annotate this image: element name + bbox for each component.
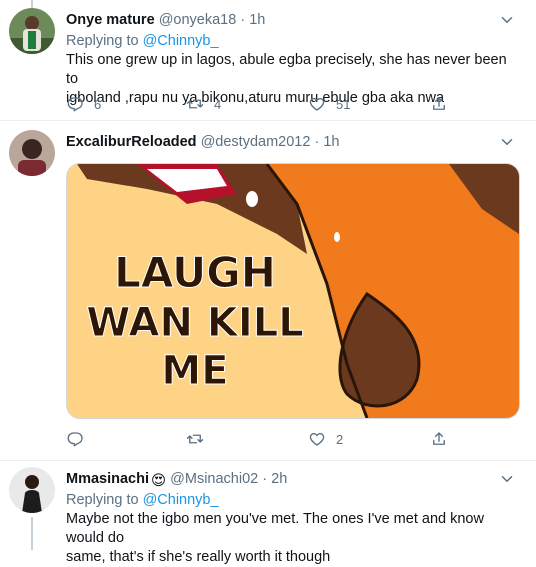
replying-to: Replying to @Chinnyb_ bbox=[66, 491, 219, 509]
thread-line-bottom bbox=[31, 517, 33, 550]
heart-eyes-emoji: 😍 bbox=[151, 473, 167, 489]
chevron-down-icon bbox=[501, 476, 513, 482]
more-options-button[interactable] bbox=[498, 470, 516, 488]
username[interactable]: @Msinachi02 bbox=[170, 471, 258, 487]
mention-link[interactable]: @Chinnyb_ bbox=[143, 492, 219, 508]
tweet-header: Mmasinachi 😍 @Msinachi02 · 2h bbox=[66, 470, 287, 490]
tweet-text-line: Maybe not the igbo men you've met. The o… bbox=[66, 511, 484, 546]
timestamp[interactable]: 2h bbox=[271, 471, 287, 487]
avatar[interactable] bbox=[9, 467, 55, 513]
separator: · bbox=[262, 471, 268, 487]
tweet-text: Maybe not the igbo men you've met. The o… bbox=[66, 510, 521, 567]
tweet-mmasinachi[interactable]: Mmasinachi 😍 @Msinachi02 · 2h Replying to… bbox=[0, 0, 536, 565]
display-name[interactable]: Mmasinachi bbox=[66, 471, 149, 487]
replying-to-label: Replying to bbox=[66, 492, 139, 508]
tweet-text-line: same, that's if she's really worth it th… bbox=[66, 549, 331, 565]
